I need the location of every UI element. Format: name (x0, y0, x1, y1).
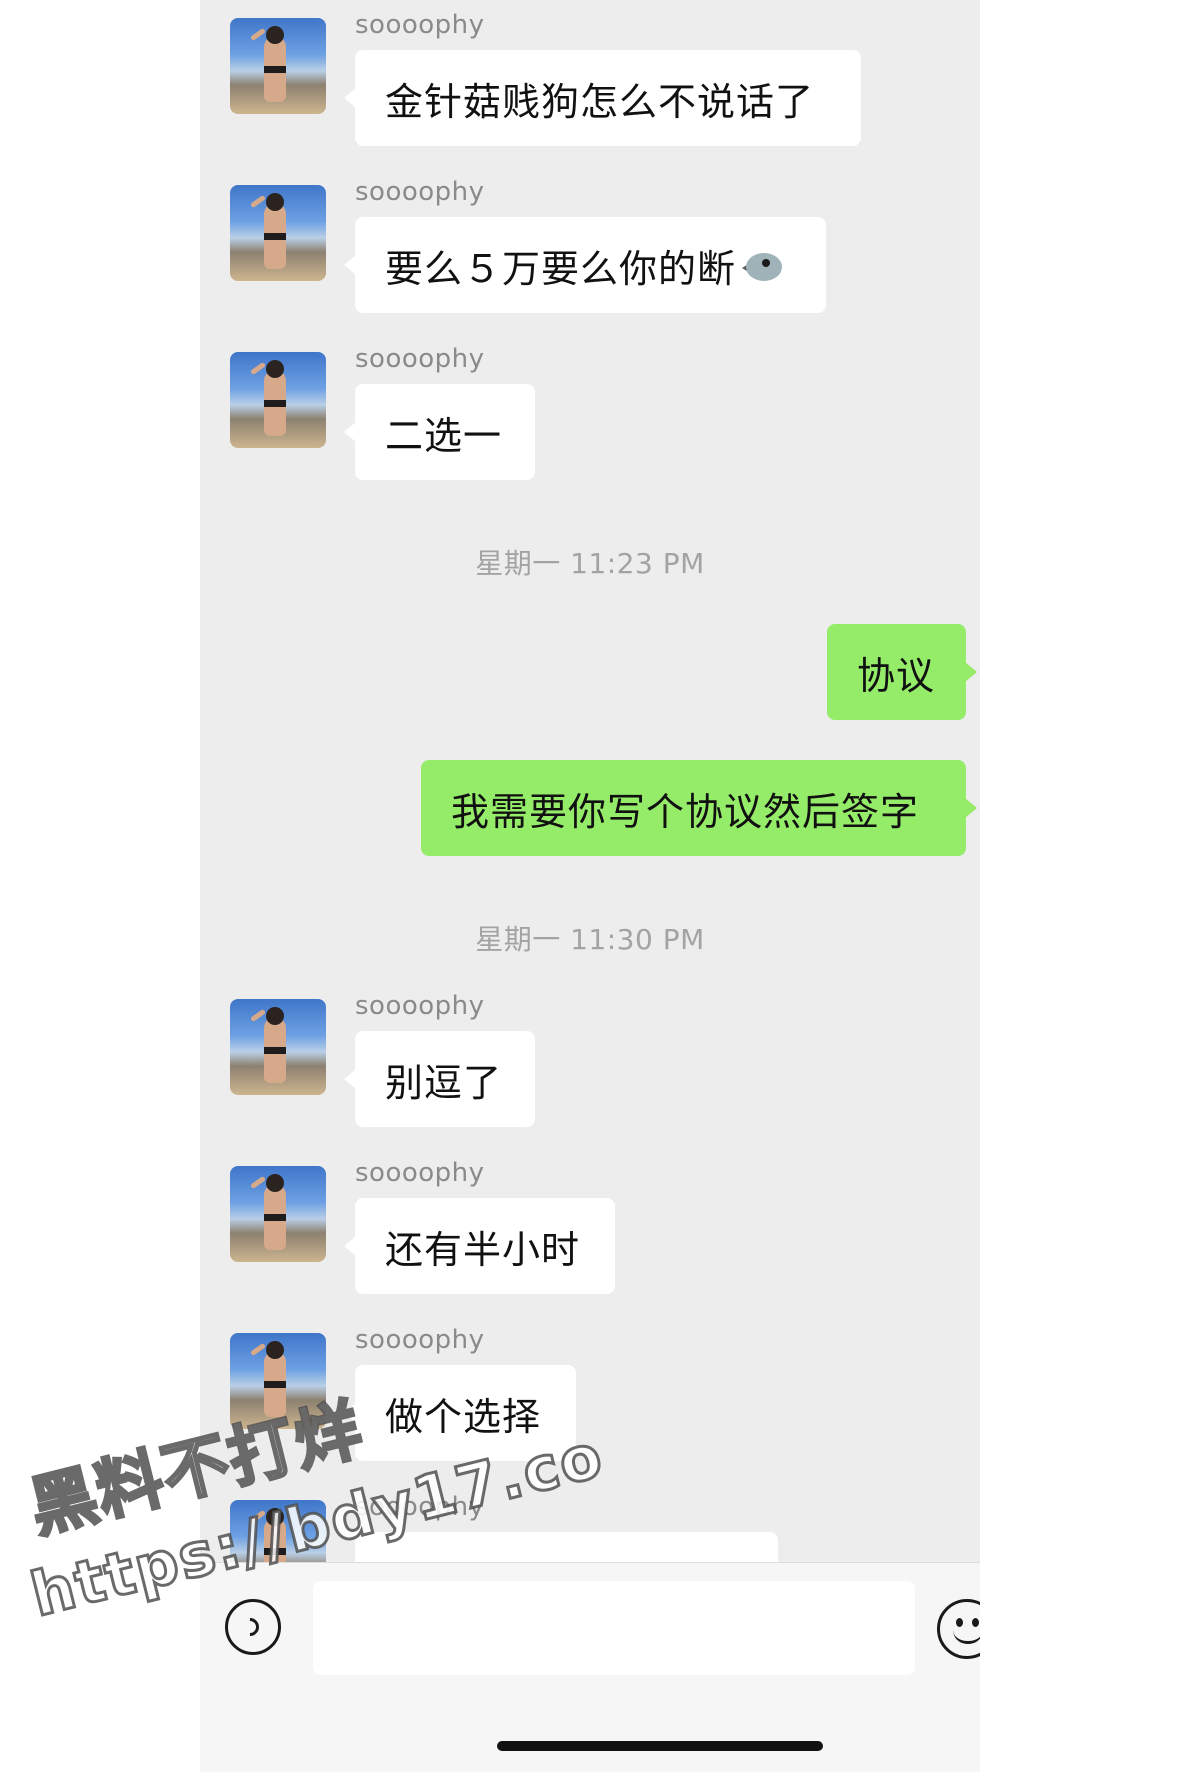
input-bar (200, 1562, 980, 1772)
message-bubble[interactable]: 别逗了 (344, 1031, 535, 1127)
avatar[interactable] (230, 1166, 326, 1262)
emoji-icon[interactable] (937, 1599, 980, 1659)
message-text: 做个选择 (385, 1394, 542, 1439)
message-text: 金针菇贱狗怎么不说话了 (385, 79, 815, 124)
chat-screen: soooophy 金针菇贱狗怎么不说话了 soooophy 要么５万要么你的断 … (200, 0, 980, 1772)
sender-name: soooophy (355, 344, 485, 374)
message-list[interactable]: soooophy 金针菇贱狗怎么不说话了 soooophy 要么５万要么你的断 … (200, 0, 980, 1562)
message-bubble[interactable]: 二选一 (344, 384, 535, 480)
timestamp: 星期一 11:23 PM (475, 547, 705, 580)
timestamp: 星期一 11:30 PM (475, 923, 705, 956)
sender-name: soooophy (355, 1158, 485, 1188)
avatar[interactable] (230, 1333, 326, 1429)
home-indicator (497, 1741, 823, 1751)
avatar[interactable] (230, 18, 326, 114)
message-text: 二选一 (385, 413, 503, 458)
message-bubble-outgoing[interactable]: 协议 (827, 624, 977, 720)
message-text: 协议 (857, 653, 936, 698)
message-text: 还有半小时 (385, 1227, 581, 1272)
message-bubble-outgoing[interactable]: 我需要你写个协议然后签字 (421, 760, 977, 856)
avatar[interactable] (230, 185, 326, 281)
message-bubble[interactable]: 做个选择 (344, 1365, 576, 1461)
avatar[interactable] (230, 1500, 326, 1562)
message-bubble[interactable]: 要么５万要么你的断 (344, 217, 826, 313)
message-input[interactable] (313, 1581, 915, 1675)
message-bubble[interactable]: 金针菇贱狗怎么不说话了 (344, 50, 861, 146)
sender-name: soooophy (355, 1325, 485, 1355)
message-text: 别逗了 (385, 1060, 503, 1105)
sender-name: soooophy (355, 1492, 485, 1522)
avatar[interactable] (230, 352, 326, 448)
message-bubble[interactable] (355, 1532, 778, 1562)
avatar[interactable] (230, 999, 326, 1095)
sender-name: soooophy (355, 10, 485, 40)
bird-emoji-icon (742, 245, 786, 285)
voice-icon[interactable] (225, 1599, 281, 1655)
message-text: 我需要你写个协议然后签字 (451, 789, 920, 834)
message-bubble[interactable]: 还有半小时 (344, 1198, 615, 1294)
sender-name: soooophy (355, 991, 485, 1021)
message-text: 要么５万要么你的断 (385, 246, 737, 291)
sender-name: soooophy (355, 177, 485, 207)
